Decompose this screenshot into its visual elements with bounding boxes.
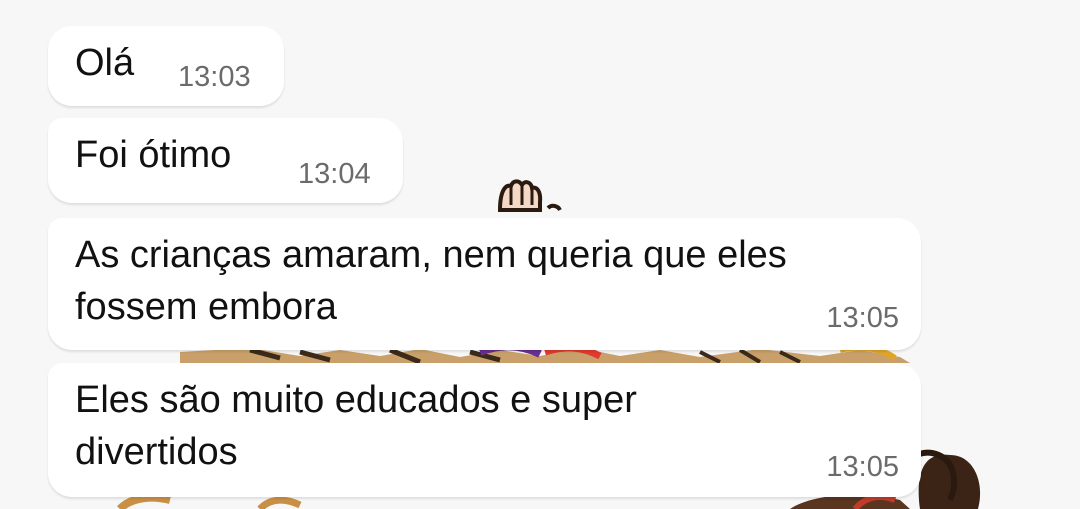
message-timestamp: 13:05 (826, 451, 899, 483)
message-bubble[interactable]: Foi ótimo 13:04 (48, 118, 403, 203)
message-timestamp: 13:03 (178, 61, 251, 93)
message-text: Olá (75, 42, 135, 84)
message-timestamp: 13:04 (298, 158, 371, 190)
message-text: As crianças amaram, nem queria que eles … (75, 234, 787, 328)
message-bubble[interactable]: As crianças amaram, nem queria que eles … (48, 218, 921, 350)
message-timestamp: 13:05 (826, 302, 899, 334)
chat-message-list[interactable]: Olá 13:03 Foi ótimo 13:04 As crianças am… (0, 0, 1080, 509)
message-bubble[interactable]: Eles são muito educados e super divertid… (48, 363, 921, 497)
message-text: Foi ótimo (75, 134, 232, 176)
message-text: Eles são muito educados e super divertid… (75, 379, 637, 473)
message-bubble[interactable]: Olá 13:03 (48, 26, 284, 106)
